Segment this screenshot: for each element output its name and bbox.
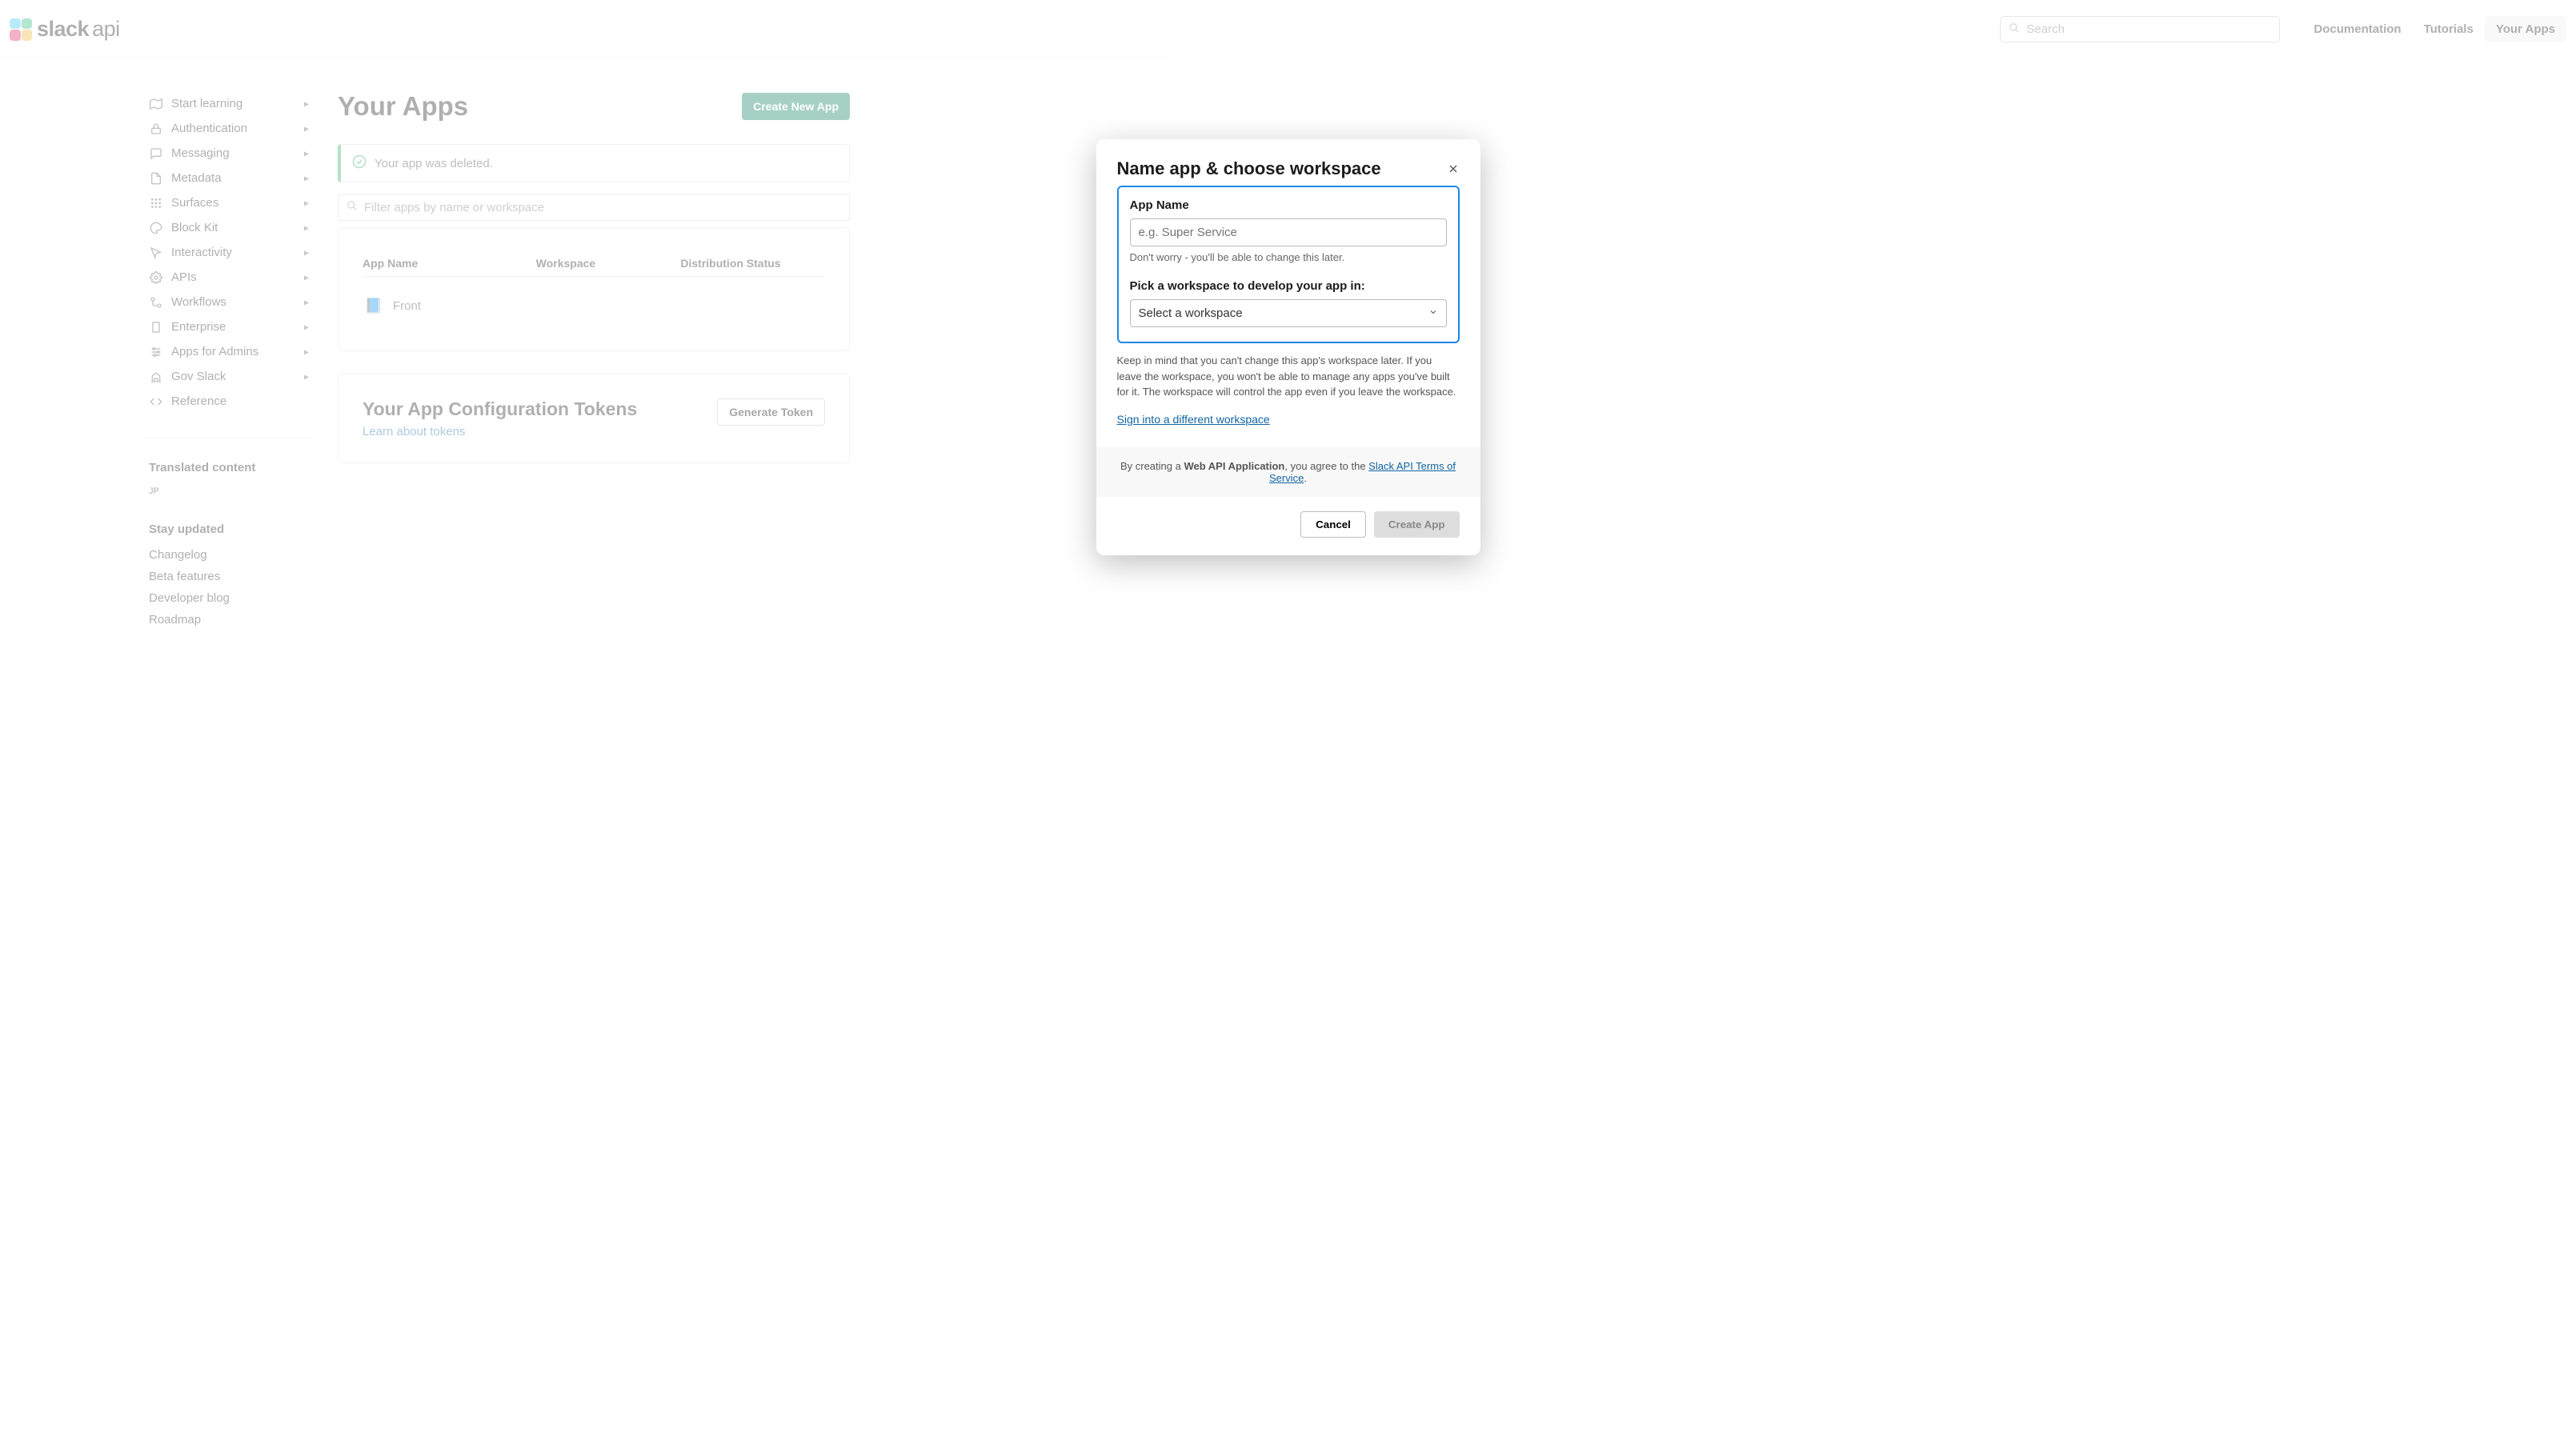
sign-into-different-workspace-link[interactable]: Sign into a different workspace bbox=[1117, 413, 1270, 426]
create-app-modal: Name app & choose workspace App Name Don… bbox=[1096, 139, 1480, 555]
app-name-label: App Name bbox=[1130, 198, 1447, 212]
workspace-warning: Keep in mind that you can't change this … bbox=[1117, 353, 1460, 400]
modal-title: Name app & choose workspace bbox=[1117, 158, 1381, 179]
cancel-button[interactable]: Cancel bbox=[1300, 511, 1366, 538]
terms-note: By creating a Web API Application, you a… bbox=[1096, 447, 1480, 497]
workspace-select-value: Select a workspace bbox=[1139, 306, 1243, 320]
modal-focus-region: App Name Don't worry - you'll be able to… bbox=[1117, 186, 1460, 343]
workspace-label: Pick a workspace to develop your app in: bbox=[1130, 279, 1447, 293]
chevron-down-icon bbox=[1428, 306, 1438, 320]
modal-overlay: Name app & choose workspace App Name Don… bbox=[0, 0, 2576, 1429]
workspace-select[interactable]: Select a workspace bbox=[1130, 299, 1447, 327]
app-name-hint: Don't worry - you'll be able to change t… bbox=[1130, 251, 1447, 263]
create-app-button[interactable]: Create App bbox=[1374, 511, 1460, 538]
close-icon[interactable] bbox=[1447, 162, 1460, 178]
app-name-input[interactable] bbox=[1130, 218, 1447, 246]
